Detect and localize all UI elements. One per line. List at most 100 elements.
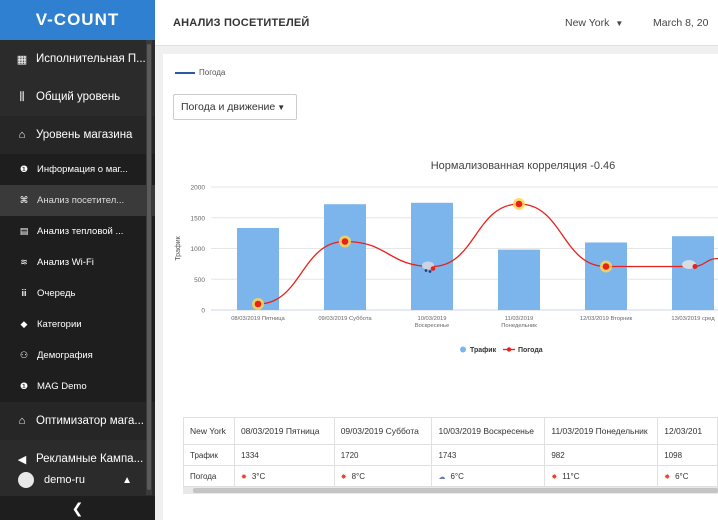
city-select[interactable]: New York ▼ xyxy=(565,17,623,29)
sidebar-subitem-visitor-analysis[interactable]: ⌘ Анализ посетител... xyxy=(0,185,155,216)
sidebar-subitem-heatmap[interactable]: ▤ Анализ тепловой ... xyxy=(0,216,155,247)
legend-weather-label: Погода xyxy=(518,347,543,354)
app-logo[interactable]: V-COUNT xyxy=(0,0,155,40)
table-cell: ✸ 11°C xyxy=(544,465,659,487)
y-tick-label: 500 xyxy=(194,277,205,284)
table-header-row: New York 08/03/2019 Пятница 09/03/2019 С… xyxy=(183,417,718,445)
caret-down-icon: ▼ xyxy=(615,19,624,28)
optimizer-icon: ⌂ xyxy=(18,415,26,427)
x-tick-label: 09/03/2019 Суббота xyxy=(318,316,372,322)
sun-icon: ✸ xyxy=(664,473,671,481)
sidebar-subitem-demography[interactable]: ⚇ Демография xyxy=(0,340,155,371)
user-name: demo-ru xyxy=(44,474,85,486)
y-tick-label: 1000 xyxy=(191,246,206,253)
dashboard-icon: ▦ xyxy=(16,53,28,66)
table-cell: ✸ 8°C xyxy=(333,465,433,487)
sidebar-item-label: Общий уровень xyxy=(36,91,121,103)
x-tick-label: Воскресенье xyxy=(415,323,450,329)
snowflake xyxy=(428,270,432,273)
city-select-value: New York xyxy=(565,17,610,29)
table-cell: 1743 xyxy=(431,444,546,466)
sidebar-subitem-categories[interactable]: ◆ Категории xyxy=(0,309,155,340)
temperature: 6°C xyxy=(675,471,689,481)
sidebar-item-label: Информация о маг... xyxy=(37,164,128,175)
bar-traffic xyxy=(585,242,627,310)
snow-icon: ☁ xyxy=(438,473,446,481)
x-tick-label: 11/03/2019 xyxy=(505,316,534,322)
sidebar-item-store-level[interactable]: ⌂ Уровень магазина xyxy=(0,116,155,154)
people-icon: ⚇ xyxy=(19,350,29,360)
sidebar-item-label: Анализ тепловой ... xyxy=(37,226,124,237)
tag-icon: ◆ xyxy=(20,319,28,329)
sidebar-item-label: Очередь xyxy=(37,288,76,299)
table-scroll-thumb[interactable] xyxy=(193,488,718,493)
sidebar-item-label: Уровень магазина xyxy=(36,129,133,141)
sidebar-subitem-wifi[interactable]: ≋ Анализ Wi-Fi xyxy=(0,247,155,278)
table-cell: 1720 xyxy=(333,444,433,466)
sidebar-item-executive[interactable]: ▦ Исполнительная П... xyxy=(0,40,155,78)
x-tick-label: Понедельник xyxy=(501,323,537,329)
table-cell: ☁ 6°C xyxy=(431,465,546,487)
main-panel: Погода Погода и движение ▼ Нормализованн… xyxy=(163,54,718,520)
bar-traffic xyxy=(324,204,366,310)
wifi-icon: ≋ xyxy=(20,257,28,267)
table-header-cell: 11/03/2019 Понедельник xyxy=(544,417,659,445)
visitors-icon: ⌘ xyxy=(19,195,29,205)
sun-icon: ✸ xyxy=(240,473,247,481)
sidebar-item-label: Анализ посетител... xyxy=(37,195,125,206)
bar-traffic xyxy=(411,202,453,310)
weather-point xyxy=(341,238,349,245)
sidebar-subitem-mag-demo[interactable]: ❶ MAG Demo xyxy=(0,371,155,402)
sidebar-subitem-queue[interactable]: ⅲ Очередь xyxy=(0,278,155,309)
info-icon: ❶ xyxy=(19,381,29,391)
x-tick-label: 10/03/2019 xyxy=(417,316,446,322)
legend-traffic-swatch xyxy=(460,346,466,353)
table-horizontal-scrollbar[interactable] xyxy=(183,487,718,494)
weather-point xyxy=(430,266,436,271)
weather-point xyxy=(692,264,698,269)
legend-weather-dot xyxy=(506,347,512,352)
sidebar-subitem-store-info[interactable]: ❶ Информация о маг... xyxy=(0,154,155,185)
y-tick-label: 0 xyxy=(201,308,205,315)
table-header-cell: New York xyxy=(183,417,235,445)
store-icon: ⌂ xyxy=(18,129,26,141)
weather-traffic-table: New York 08/03/2019 Пятница 09/03/2019 С… xyxy=(183,417,718,487)
temperature: 6°C xyxy=(450,471,464,481)
chevron-up-icon: ▲ xyxy=(122,474,132,486)
temperature: 8°C xyxy=(351,471,365,481)
user-menu[interactable]: demo-ru ▲ xyxy=(0,464,146,496)
sidebar-item-label: Категории xyxy=(37,319,82,330)
table-header-cell: 09/03/2019 Суббота xyxy=(333,417,433,445)
weather-point xyxy=(515,200,523,208)
table-cell: 982 xyxy=(544,444,659,466)
temperature: 11°C xyxy=(562,471,580,481)
x-tick-label: 13/03/2019 сред xyxy=(671,316,715,322)
y-tick-label: 1500 xyxy=(191,215,206,222)
table-cell: ✸ 6°C xyxy=(657,465,718,487)
sun-icon: ✸ xyxy=(551,473,558,481)
table-row-label: Трафик xyxy=(183,444,235,466)
sidebar-scroll-thumb[interactable] xyxy=(147,44,151,490)
collapse-sidebar-button[interactable]: ❮ xyxy=(0,496,155,520)
table-cell: 1098 xyxy=(657,444,718,466)
table-row: Погода ✸ 3°C ✸ 8°C ☁ 6°C ✸ 11°C ✸ 6°C xyxy=(183,465,718,487)
sidebar-item-overall[interactable]: ⫼ Общий уровень xyxy=(0,78,155,116)
table-header-cell: 12/03/201 xyxy=(657,417,718,445)
date-picker[interactable]: March 8, 20 xyxy=(653,17,708,29)
chevron-left-icon: ❮ xyxy=(71,499,84,516)
page-title: АНАЛИЗ ПОСЕТИТЕЛЕЙ xyxy=(173,16,310,29)
table-header-cell: 10/03/2019 Воскресенье xyxy=(431,417,546,445)
snowflake xyxy=(424,269,428,272)
weather-point xyxy=(602,263,610,270)
sidebar-item-label: Анализ Wi-Fi xyxy=(37,257,94,268)
queue-icon: ⅲ xyxy=(21,288,27,298)
heatmap-icon: ▤ xyxy=(19,226,29,236)
y-tick-label: 2000 xyxy=(191,185,206,192)
sun-icon: ✸ xyxy=(340,473,347,481)
bar-traffic xyxy=(498,249,540,310)
sidebar-item-label: Оптимизатор мага... xyxy=(36,415,144,427)
chart-title: Нормализованная корреляция -0.46 xyxy=(431,160,616,172)
sidebar-item-optimizer[interactable]: ⌂ Оптимизатор мага... xyxy=(0,402,155,440)
y-axis-label: Трафик xyxy=(175,235,182,260)
sidebar: V-COUNT ▦ Исполнительная П... ⫼ Общий ур… xyxy=(0,0,155,520)
